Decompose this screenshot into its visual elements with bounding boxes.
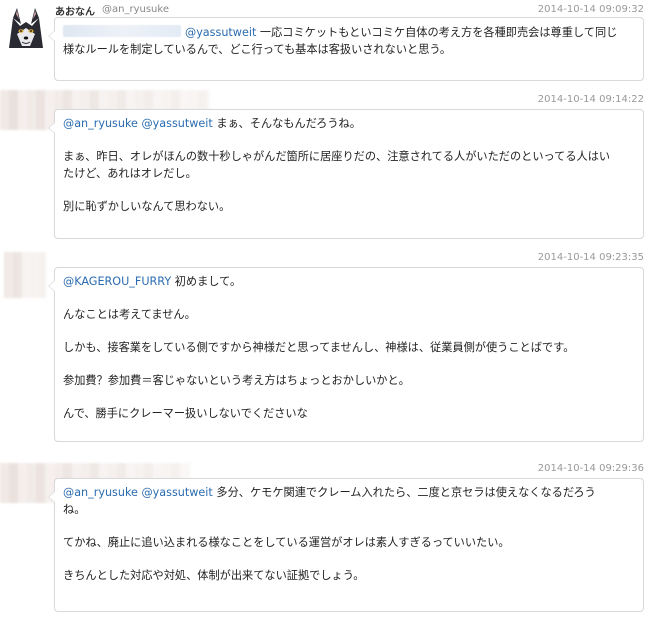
tweet-text: まぁ、そんなもんだろうね。 bbox=[216, 117, 361, 130]
tweet-text: しかも、接客業をしている側ですから神様だと思ってませんし、神様は、従業員側が使う… bbox=[63, 341, 575, 354]
avatar[interactable] bbox=[4, 252, 46, 298]
timestamp[interactable]: 2014-10-14 09:23:35 bbox=[538, 252, 644, 263]
timestamp[interactable]: 2014-10-14 09:09:32 bbox=[538, 4, 644, 15]
tweet-item: 2014-10-14 09:23:35 @KAGEROU_FURRY 初めまして… bbox=[0, 248, 650, 448]
user-name[interactable]: あおなん bbox=[55, 3, 95, 18]
tweet-body: @an_ryusuke @yassutweit まぁ、そんなもんだろうね。 まぁ… bbox=[48, 109, 644, 239]
tweet-line: @yassutweit 一応コミケットもといコミケ自体の考え方を各種即売会は尊重… bbox=[63, 24, 635, 41]
tweet-text: 初めまして。 bbox=[174, 275, 242, 288]
tweet-text: きちんとした対応や対処、体制が出来てない証拠でしょう。 bbox=[63, 569, 365, 582]
timestamp[interactable]: 2014-10-14 09:29:36 bbox=[538, 463, 644, 474]
tweet-text: んで、勝手にクレーマー扱いしないでくださいな bbox=[63, 407, 308, 420]
mention-link[interactable]: @an_ryusuke @yassutweit bbox=[63, 486, 213, 499]
tweet-body: @yassutweit 一応コミケットもといコミケ自体の考え方を各種即売会は尊重… bbox=[48, 17, 644, 81]
tweet-feed: あおなん @an_ryusuke 2014-10-14 09:09:32 @ya… bbox=[0, 0, 650, 618]
tweet-item: 2014-10-14 09:29:36 @an_ryusuke @yassutw… bbox=[0, 459, 650, 618]
avatar[interactable] bbox=[3, 4, 49, 50]
mention-link[interactable]: @KAGEROU_FURRY bbox=[63, 275, 171, 288]
redacted-mention bbox=[63, 25, 181, 37]
mention-link[interactable]: @yassutweit bbox=[185, 26, 256, 39]
tweet-item: 2014-10-14 09:14:22 @an_ryusuke @yassutw… bbox=[0, 88, 650, 248]
timestamp[interactable]: 2014-10-14 09:14:22 bbox=[538, 94, 644, 105]
tweet-text: 多分、ケモケ関連でクレーム入れたら、二度と京セラは使えなくなるだろう bbox=[216, 486, 596, 499]
user-handle[interactable]: @an_ryusuke bbox=[102, 4, 169, 15]
tweet-text: 一応コミケットもといコミケ自体の考え方を各種即売会は尊重して同じ bbox=[259, 26, 618, 39]
tweet-line: 様なルールを制定しているんで、どこ行っても基本は客扱いされないと思う。 bbox=[63, 43, 452, 56]
mention-link[interactable]: @an_ryusuke @yassutweit bbox=[63, 117, 213, 130]
tweet-text: 別に恥ずかしいなんて思わない。 bbox=[63, 200, 231, 213]
tweet-text: てかね、廃止に追い込まれる様なことをしている運営がオレは素人すぎるっていいたい。 bbox=[63, 536, 510, 549]
tweet-body: @an_ryusuke @yassutweit 多分、ケモケ関連でクレーム入れた… bbox=[48, 478, 644, 612]
tweet-text: んなことは考えてません。 bbox=[63, 308, 196, 321]
tweet-text: 参加費？参加費＝客じゃないという考え方はちょっとおかしいかと。 bbox=[63, 374, 410, 387]
tweet-text: たけど、あれはオレだし。 bbox=[63, 167, 197, 180]
tweet-body: @KAGEROU_FURRY 初めまして。 んなことは考えてません。 しかも、接… bbox=[48, 267, 644, 442]
tweet-text: ね。 bbox=[63, 503, 86, 516]
wolf-avatar-icon bbox=[3, 4, 49, 50]
tweet-item: あおなん @an_ryusuke 2014-10-14 09:09:32 @ya… bbox=[0, 0, 650, 88]
tweet-text: まぁ、昨日、オレがほんの数十秒しゃがんだ箇所に居座りだの、注意されてる人がいただ… bbox=[63, 150, 611, 163]
